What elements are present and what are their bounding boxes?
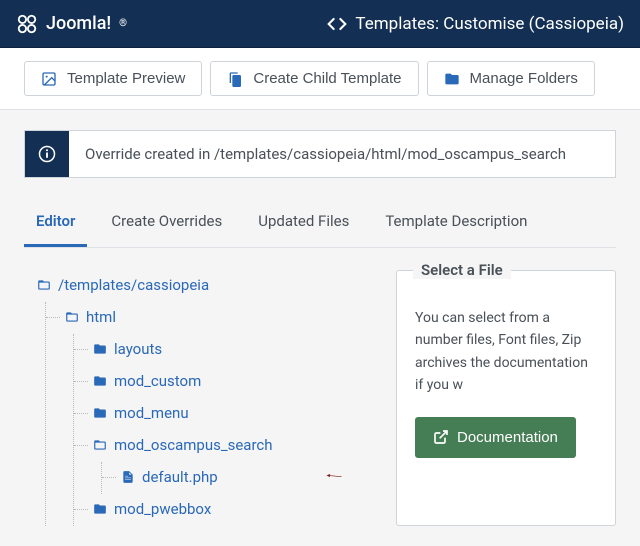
- tree-label: mod_menu: [114, 398, 189, 428]
- folder-icon: [92, 502, 108, 516]
- manage-folders-button[interactable]: Manage Folders: [427, 61, 595, 96]
- app-header: Joomla! ® Templates: Customise (Cassiopei…: [0, 0, 640, 48]
- panel-text: You can select from a number files, Font…: [415, 307, 597, 397]
- template-preview-button[interactable]: Template Preview: [24, 61, 202, 96]
- main-content: Override created in /templates/cassiopei…: [0, 110, 640, 546]
- tree-label: mod_custom: [114, 366, 201, 396]
- button-label: Create Child Template: [253, 70, 401, 87]
- file-tree: /templates/cassiopeia html layouts mod_c…: [36, 270, 372, 526]
- panel-legend: Select a File: [413, 261, 511, 279]
- joomla-logo-icon: [16, 13, 38, 35]
- tab-updated-files[interactable]: Updated Files: [246, 202, 361, 247]
- tree-label: /templates/cassiopeia: [58, 270, 209, 300]
- folder-open-icon: [64, 310, 80, 324]
- folder-icon: [92, 406, 108, 420]
- brand: Joomla! ®: [16, 13, 127, 35]
- page-title: Templates: Customise (Cassiopeia): [355, 14, 624, 34]
- button-label: Documentation: [457, 429, 558, 446]
- folder-open-icon: [92, 438, 108, 452]
- tree-label: mod_oscampus_search: [114, 430, 273, 460]
- brand-name: Joomla!: [46, 13, 111, 34]
- tree-layouts[interactable]: layouts: [92, 334, 162, 364]
- tab-create-overrides[interactable]: Create Overrides: [99, 202, 234, 247]
- tree-label: mod_pwebbox: [114, 494, 211, 524]
- tabs: Editor Create Overrides Updated Files Te…: [24, 202, 616, 248]
- tree-html[interactable]: html: [64, 302, 116, 332]
- folder-icon: [92, 342, 108, 356]
- tab-template-description[interactable]: Template Description: [373, 202, 539, 247]
- editor-content: /templates/cassiopeia html layouts mod_c…: [24, 270, 616, 526]
- external-link-icon: [433, 429, 449, 445]
- alert-message: Override created in /templates/cassiopei…: [69, 131, 582, 177]
- brand-reg: ®: [119, 18, 127, 29]
- code-icon: [327, 14, 347, 34]
- folder-icon: [92, 374, 108, 388]
- folder-icon: [444, 71, 460, 87]
- documentation-button[interactable]: Documentation: [415, 417, 576, 458]
- tree-label: layouts: [114, 334, 162, 364]
- file-icon: [120, 470, 136, 484]
- annotation-arrow-icon: [326, 469, 342, 483]
- copy-icon: [227, 71, 243, 87]
- create-child-template-button[interactable]: Create Child Template: [210, 61, 418, 96]
- tree-mod-menu[interactable]: mod_menu: [92, 398, 189, 428]
- tree-label: html: [86, 302, 116, 332]
- success-alert: Override created in /templates/cassiopei…: [24, 130, 616, 178]
- tree-mod-pwebbox[interactable]: mod_pwebbox: [92, 494, 211, 524]
- tab-editor[interactable]: Editor: [24, 202, 87, 247]
- file-info-panel: Select a File You can select from a numb…: [396, 270, 616, 526]
- button-label: Template Preview: [67, 70, 185, 87]
- info-icon: [38, 145, 56, 163]
- tree-mod-oscampus-search[interactable]: mod_oscampus_search: [92, 430, 273, 460]
- page-title-wrap: Templates: Customise (Cassiopeia): [327, 14, 624, 34]
- tree-default-php[interactable]: default.php: [120, 462, 218, 492]
- image-icon: [41, 71, 57, 87]
- folder-open-icon: [36, 278, 52, 292]
- button-label: Manage Folders: [470, 70, 578, 87]
- toolbar: Template Preview Create Child Template M…: [0, 48, 640, 110]
- tree-mod-custom[interactable]: mod_custom: [92, 366, 201, 396]
- alert-icon-column: [25, 131, 69, 177]
- tree-root[interactable]: /templates/cassiopeia: [36, 270, 209, 300]
- tree-label: default.php: [142, 462, 218, 492]
